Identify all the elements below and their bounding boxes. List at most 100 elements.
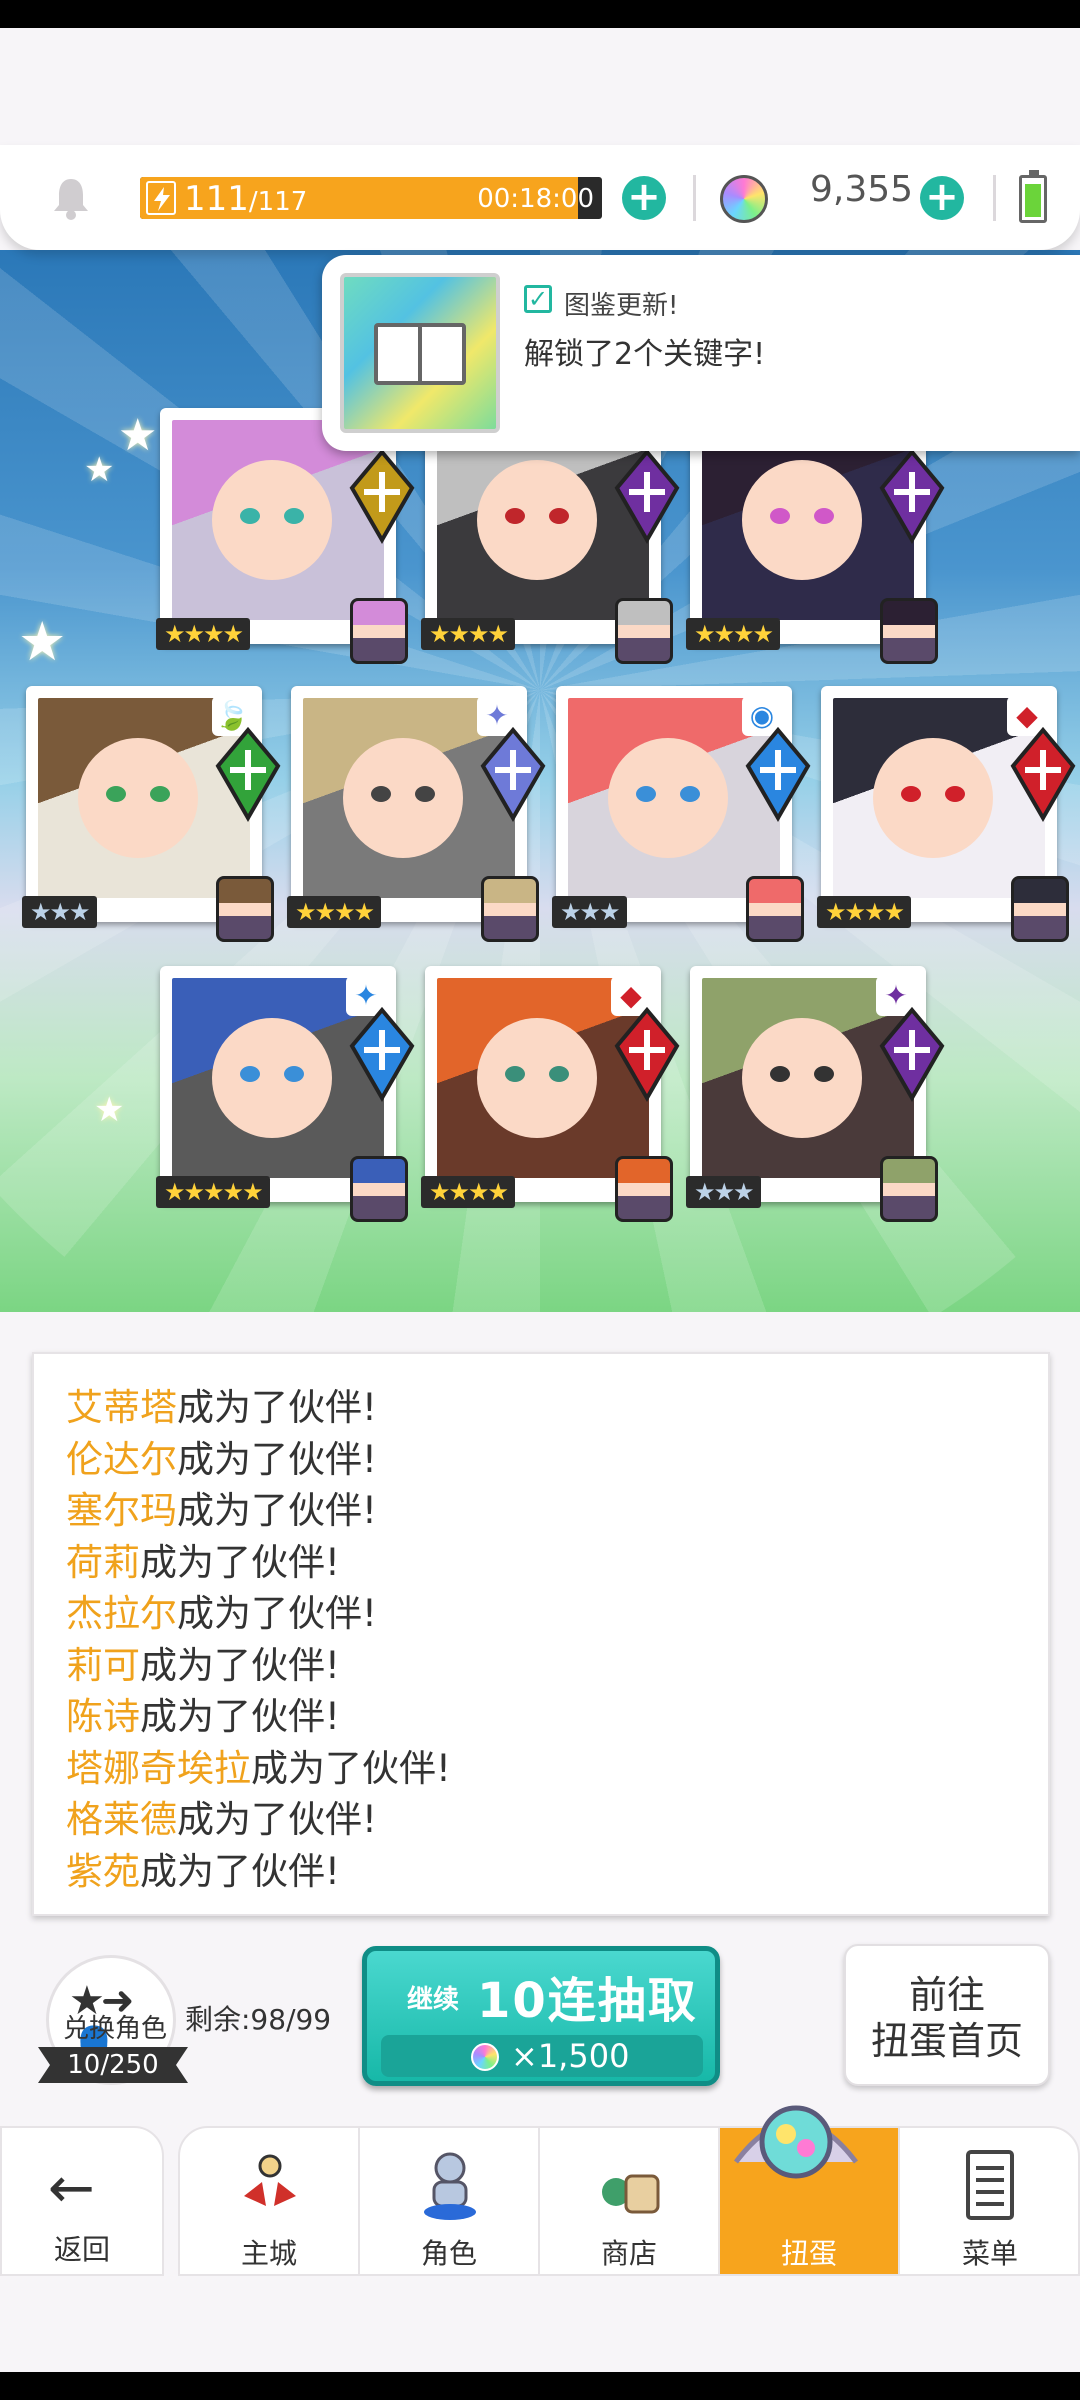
log-line: 杰拉尔成为了伙伴! [66,1588,1016,1640]
log-suffix: 成为了伙伴! [251,1746,451,1790]
pixel-sprite-icon [880,598,938,664]
tab-characters[interactable]: 角色 [360,2128,540,2274]
character-card[interactable]: .card:nth-child(9) .eyes:before, .card:n… [421,966,680,1222]
sparkle-icon: ★ [84,450,115,490]
pixel-sprite-icon [615,1156,673,1222]
remaining-count: 剩余:98/99 [185,2003,332,2036]
swap-count-badge: 10/250 [38,2047,188,2083]
log-suffix: 成为了伙伴! [140,1540,340,1584]
back-label: 返回 [53,2233,110,2266]
character-card[interactable]: .card:nth-child(7) .eyes:before, .card:n… [817,686,1076,942]
log-line: 格莱德成为了伙伴! [66,1794,1016,1846]
tab-label: 商店 [600,2237,657,2270]
character-eyes [636,786,700,802]
continue-label: 继续 [407,1985,460,2015]
tab-town[interactable]: 主城 [180,2128,360,2274]
draw-10-button[interactable]: 继续 10连抽取 ×1,500 [362,1946,720,2086]
menu-list-icon [966,2150,1014,2220]
log-line: 陈诗成为了伙伴! [66,1691,1016,1743]
stamina-bar: 111/117 00:18:00 [140,177,602,219]
rarity-stars: ★★★ [686,1176,761,1208]
resource-header: 111/117 00:18:00 + 9,355 + [0,145,1080,250]
system-nav-bar [0,2372,1080,2400]
log-suffix: 成为了伙伴! [140,1849,340,1893]
tab-label: 主城 [240,2237,297,2270]
notification-title: 图鉴更新! [564,291,679,321]
battery-icon [1019,170,1047,223]
divider [993,175,996,221]
pixel-sprite-icon [216,876,274,942]
weapon-badge-icon [480,726,546,822]
add-stamina-button[interactable]: + [622,176,666,220]
pixel-sprite-icon [481,876,539,942]
rarity-stars: ★★★★ [817,896,912,928]
character-eyes [240,508,304,524]
tab-menu[interactable]: 菜单 [900,2128,1078,2274]
gem-count: 9,355 [810,169,914,210]
rarity-stars: ★★★ [552,896,627,928]
log-suffix: 成为了伙伴! [177,1592,377,1635]
tab-label: 角色 [420,2237,477,2270]
goto-gacha-home-button[interactable]: 前往 扭蛋首页 [844,1944,1050,2086]
sparkle-icon: ★ [18,610,67,673]
weapon-badge-icon [215,726,281,822]
nav-spacer [0,2276,1080,2372]
character-eyes [505,1066,569,1082]
gacha-orb-icon [734,2105,858,2179]
weapon-badge-icon [879,1006,945,1102]
character-card[interactable]: .card:nth-child(4) .eyes:before, .card:n… [22,686,281,942]
tab-shop[interactable]: 商店 [540,2128,720,2274]
weapon-badge-icon [879,448,945,544]
rarity-stars: ★★★★★ [156,1176,270,1208]
character-eyes [505,508,569,524]
gem-icon [720,175,768,223]
pixel-sprite-icon [350,598,408,664]
character-eyes [106,786,170,802]
encyclopedia-notification[interactable]: ✓ 图鉴更新! 解锁了2个关键字! [322,255,1080,451]
notification-body: 解锁了2个关键字! [524,337,766,372]
castle-icon [244,2154,296,2206]
status-bar [0,0,1080,28]
character-name: 格莱德 [66,1798,177,1841]
character-name: 塔娜奇埃拉 [66,1746,251,1790]
draw-cost-value: ×1,500 [511,2037,630,2075]
log-line: 伦达尔成为了伙伴! [66,1434,1016,1486]
weapon-badge-icon [349,448,415,544]
character-card[interactable]: .card:nth-child(8) .eyes:before, .card:n… [156,966,415,1222]
log-line: 荷莉成为了伙伴! [66,1537,1016,1589]
character-eyes [901,786,965,802]
bottom-nav: 主城 角色 商店 扭蛋 菜单 [178,2126,1080,2276]
stamina-value: 111/117 [184,179,308,219]
divider [693,175,696,221]
rarity-stars: ★★★★ [421,618,516,650]
bell-icon[interactable] [48,175,94,221]
draw-cost: ×1,500 [381,2035,703,2077]
pixel-sprite-icon [1011,876,1069,942]
arrow-left-icon: ← [48,2156,95,2221]
log-suffix: 成为了伙伴! [140,1695,340,1738]
log-line: 紫苑成为了伙伴! [66,1846,1016,1898]
book-icon [374,323,466,385]
tab-label: 扭蛋 [780,2237,837,2270]
character-card[interactable]: .card:nth-child(6) .eyes:before, .card:n… [552,686,811,942]
goto-label-line2: 扭蛋首页 [870,2019,1023,2063]
log-suffix: 成为了伙伴! [140,1643,340,1687]
log-suffix: 成为了伙伴! [177,1386,377,1429]
character-name: 陈诗 [66,1695,140,1738]
character-icon [424,2152,476,2220]
tab-label: 菜单 [961,2237,1018,2270]
add-gems-button[interactable]: + [920,176,964,220]
pixel-sprite-icon [746,876,804,942]
character-name: 伦达尔 [66,1437,177,1481]
shop-bag-icon [602,2174,660,2214]
log-line: 艾蒂塔成为了伙伴! [66,1382,1016,1434]
encyclopedia-icon [340,273,500,433]
character-name: 杰拉尔 [66,1592,177,1635]
rarity-stars: ★★★★ [156,618,251,650]
back-button[interactable]: ← 返回 [0,2126,164,2276]
character-card[interactable]: .card:nth-child(10) .eyes:before, .card:… [686,966,945,1222]
log-suffix: 成为了伙伴! [177,1489,377,1532]
character-eyes [240,1066,304,1082]
result-log[interactable]: 艾蒂塔成为了伙伴! 伦达尔成为了伙伴! 塞尔玛成为了伙伴! 荷莉成为了伙伴! 杰拉尔成为… [32,1352,1050,1916]
character-card[interactable]: .card:nth-child(5) .eyes:before, .card:n… [287,686,546,942]
